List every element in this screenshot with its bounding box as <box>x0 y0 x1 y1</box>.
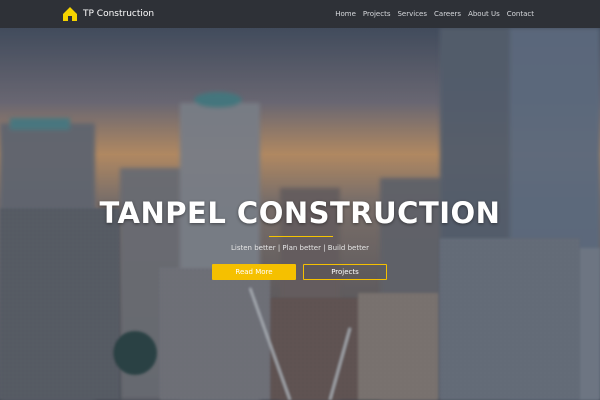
nav-careers[interactable]: Careers <box>434 10 461 18</box>
nav-projects[interactable]: Projects <box>363 10 391 18</box>
hero-title: TANPEL CONSTRUCTION <box>99 196 501 230</box>
projects-button[interactable]: Projects <box>303 264 387 280</box>
read-more-button[interactable]: Read More <box>212 264 296 280</box>
hero-section: TANPEL CONSTRUCTION Listen better | Plan… <box>0 28 600 400</box>
page: TP Construction Home Projects Services C… <box>0 0 600 400</box>
nav-home[interactable]: Home <box>335 10 356 18</box>
nav-services[interactable]: Services <box>397 10 427 18</box>
house-logo-icon <box>63 7 77 21</box>
brand-name: TP Construction <box>83 9 155 19</box>
nav-about-us[interactable]: About Us <box>468 10 500 18</box>
main-nav: Home Projects Services Careers About Us … <box>335 0 534 28</box>
brand[interactable]: TP Construction <box>62 6 154 22</box>
title-underline <box>269 236 333 237</box>
hero-content: TANPEL CONSTRUCTION Listen better | Plan… <box>0 28 600 400</box>
nav-contact[interactable]: Contact <box>507 10 534 18</box>
navbar: TP Construction Home Projects Services C… <box>0 0 600 28</box>
hero-tagline: Listen better | Plan better | Build bett… <box>230 244 369 252</box>
